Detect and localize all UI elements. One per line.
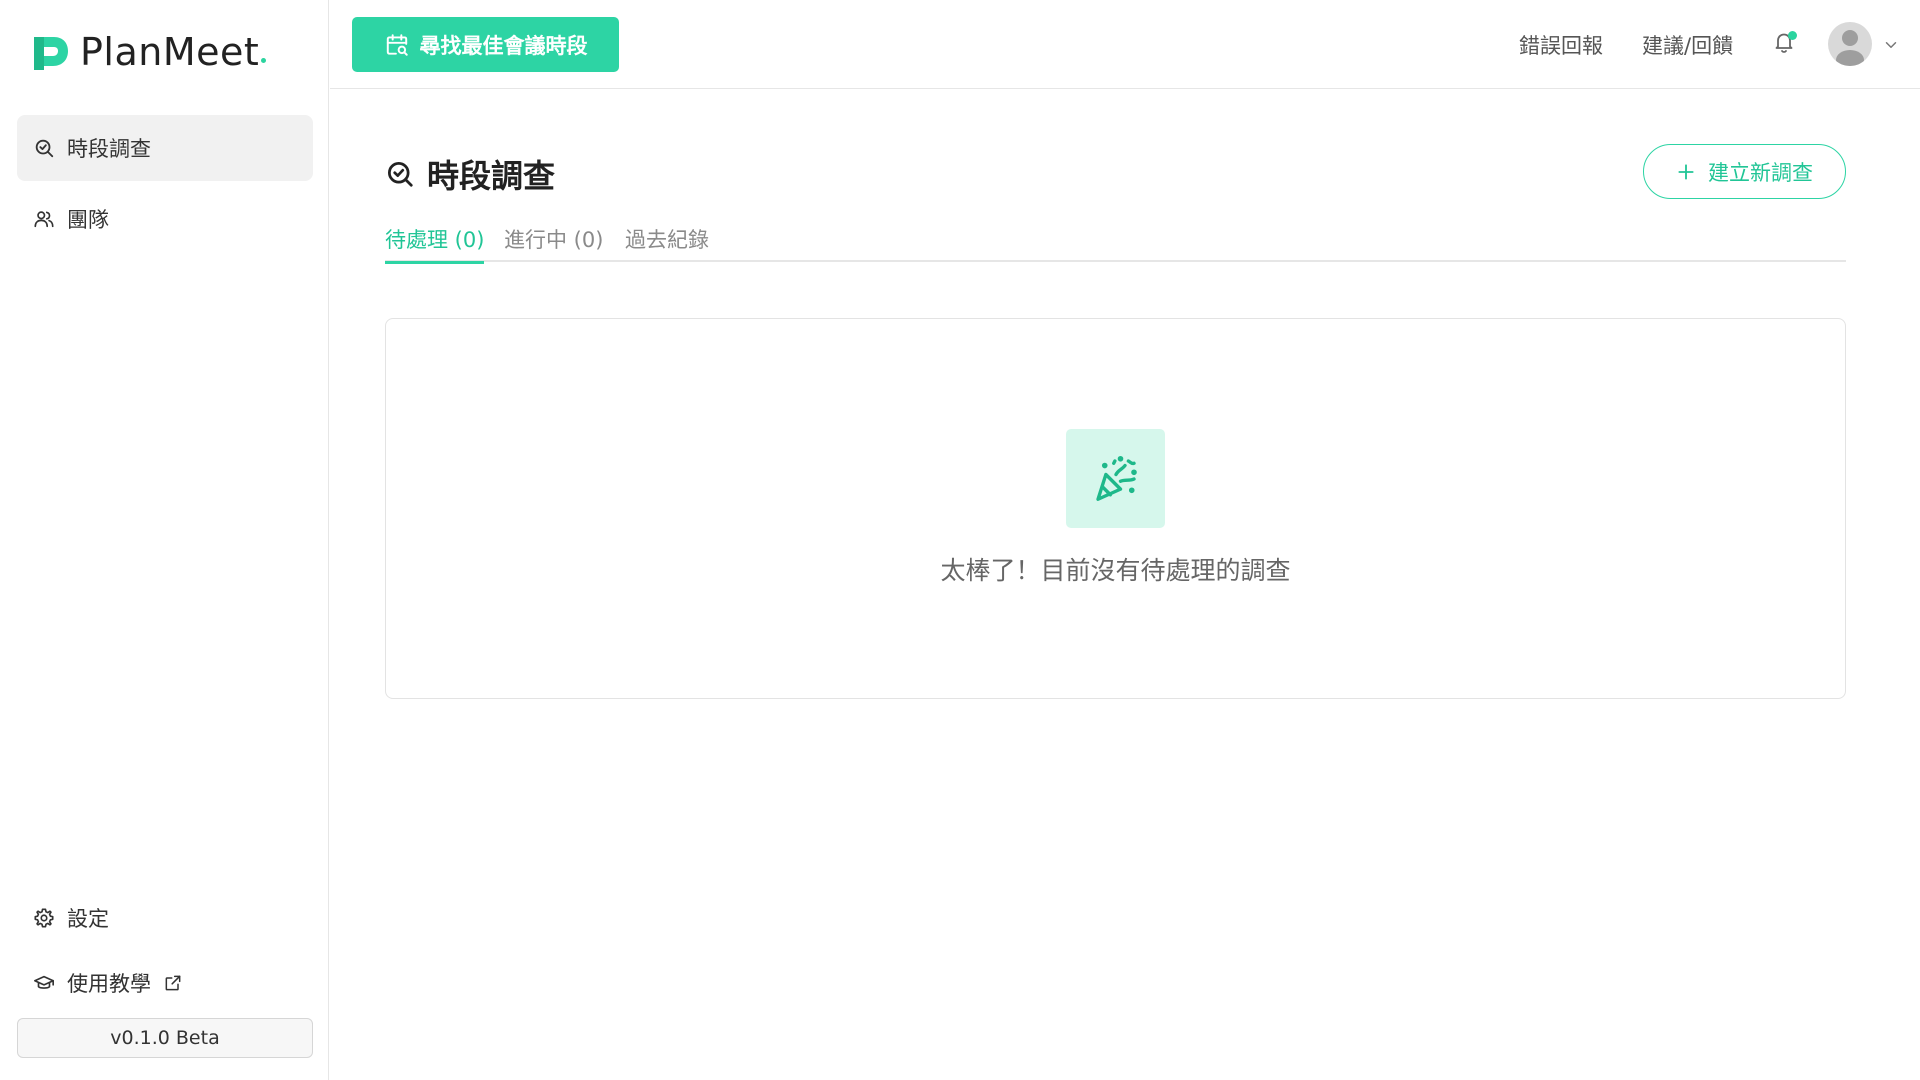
tab-pending[interactable]: 待處理 (0) xyxy=(385,220,485,264)
settings-label: 設定 xyxy=(67,907,109,931)
sidebar-item-tutorial[interactable]: 使用教學 xyxy=(17,950,313,1016)
chevron-down-icon[interactable] xyxy=(1882,36,1900,54)
planmeet-logo-icon xyxy=(34,37,68,70)
tutorial-label: 使用教學 xyxy=(67,972,151,996)
external-link-icon xyxy=(165,975,181,991)
page-title-text: 時段調查 xyxy=(427,157,556,195)
gear-icon xyxy=(34,908,54,928)
plus-icon xyxy=(1678,163,1694,180)
empty-state-icon-box xyxy=(1066,429,1165,528)
notification-badge xyxy=(1788,31,1797,40)
sidebar-item-surveys[interactable]: 時段調查 xyxy=(17,115,313,181)
bug-report-link[interactable]: 錯誤回報 xyxy=(1519,30,1603,60)
search-check-icon xyxy=(35,139,54,158)
empty-state-message: 太棒了！目前沒有待處理的調查 xyxy=(940,556,1291,585)
logo-dot xyxy=(261,58,267,63)
user-avatar[interactable] xyxy=(1828,22,1872,66)
sidebar-item-label: 時段調查 xyxy=(67,137,151,161)
sidebar: PlanMeet 時段調查 團隊 設定 使用教學 v0.1.0 Beta xyxy=(0,0,329,1080)
sidebar-item-settings[interactable]: 設定 xyxy=(17,885,313,951)
sidebar-item-teams[interactable]: 團隊 xyxy=(17,186,313,252)
notifications-button[interactable] xyxy=(1772,28,1798,58)
brand-name: PlanMeet xyxy=(80,30,267,74)
topbar: 尋找最佳會議時段 錯誤回報 建議/回饋 xyxy=(330,0,1920,89)
feedback-link[interactable]: 建議/回饋 xyxy=(1642,30,1733,60)
app-root: PlanMeet 時段調查 團隊 設定 使用教學 v0.1.0 Beta 尋找最… xyxy=(0,0,1920,1080)
find-best-time-button[interactable]: 尋找最佳會議時段 xyxy=(352,17,619,72)
main-content: 時段調查 建立新調查 待處理 (0) 進行中 (0) 過去紀錄 太棒了！目前沒有… xyxy=(330,90,1920,1080)
sidebar-nav: 時段調查 團隊 xyxy=(17,115,313,257)
page-title: 時段調查 xyxy=(385,152,555,196)
find-best-time-label: 尋找最佳會議時段 xyxy=(419,33,588,58)
create-survey-label: 建立新調查 xyxy=(1708,160,1813,185)
users-icon xyxy=(34,211,54,228)
create-survey-button[interactable]: 建立新調查 xyxy=(1643,144,1846,199)
survey-tabs: 待處理 (0) 進行中 (0) 過去紀錄 xyxy=(385,220,1846,264)
empty-state-card: 太棒了！目前沒有待處理的調查 xyxy=(385,318,1846,699)
search-check-icon xyxy=(388,162,413,187)
calendar-search-icon xyxy=(386,33,408,56)
user-silhouette-icon xyxy=(1836,30,1864,66)
graduation-cap-icon xyxy=(34,975,54,989)
party-popper-icon xyxy=(1095,455,1137,501)
logo[interactable]: PlanMeet xyxy=(32,30,267,74)
tab-in-progress[interactable]: 進行中 (0) xyxy=(504,220,603,262)
sidebar-item-label: 團隊 xyxy=(67,208,109,232)
tab-history[interactable]: 過去紀錄 xyxy=(625,220,709,262)
version-badge: v0.1.0 Beta xyxy=(17,1018,313,1058)
